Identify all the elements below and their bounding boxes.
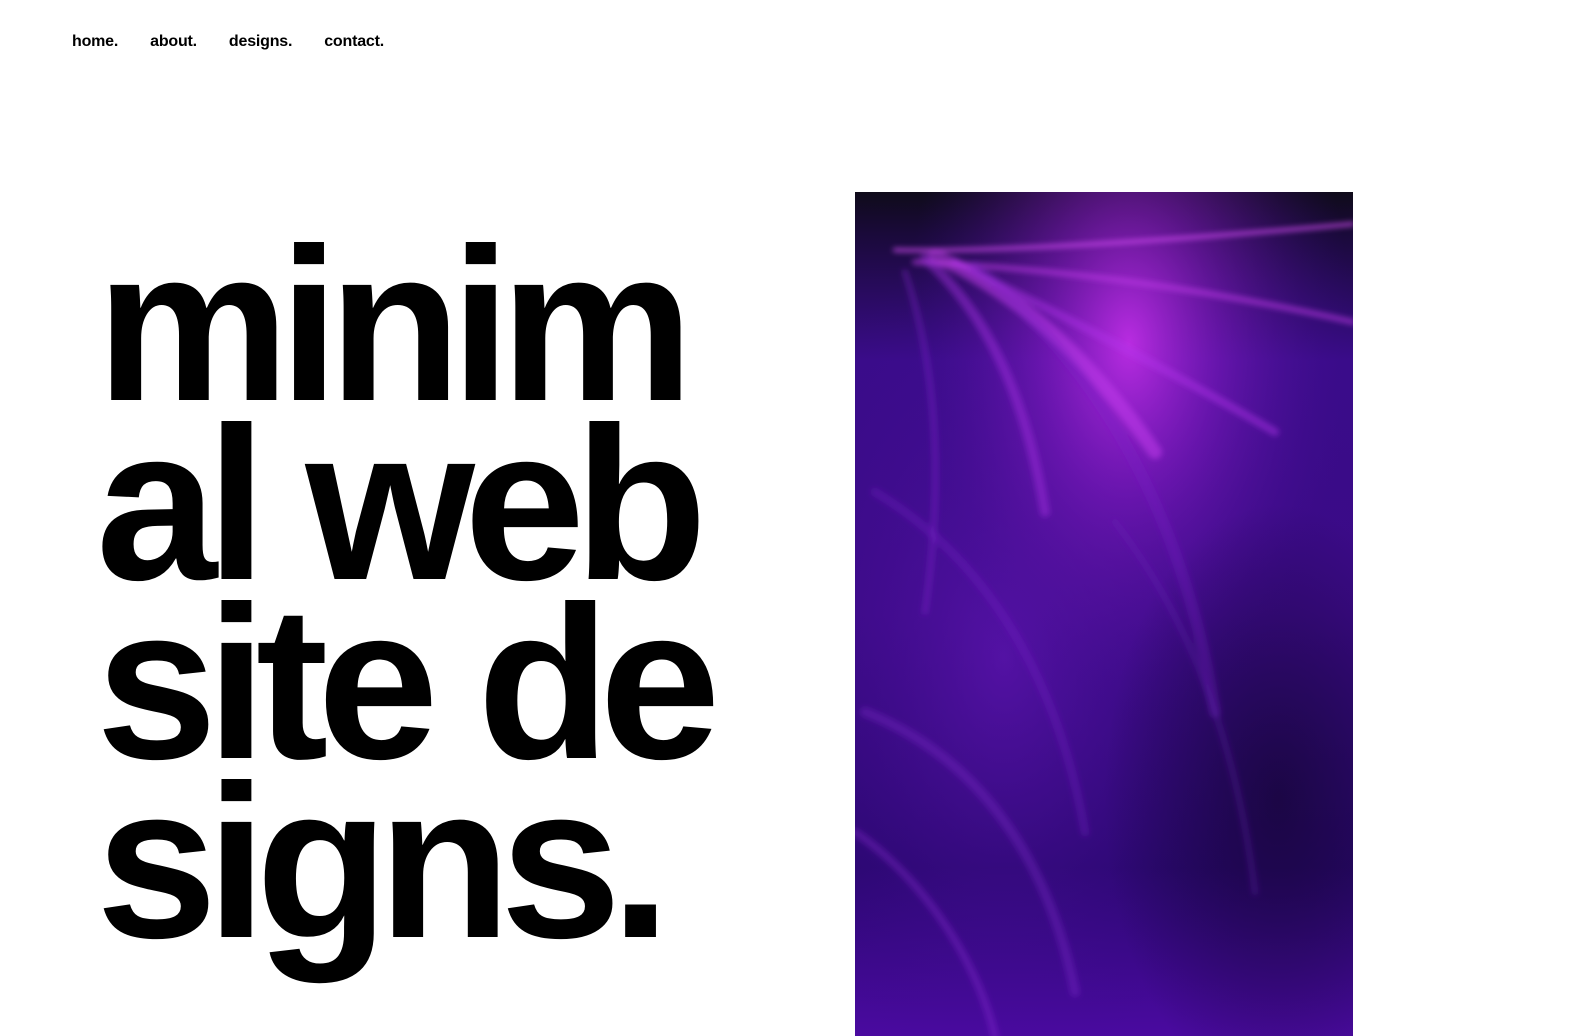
nav-designs-link[interactable]: designs. [229,31,293,53]
main-nav: home. about. designs. contact. [72,31,416,53]
hero-title: minim al web site de signs. [96,217,816,972]
hero-image [855,192,1353,1036]
purple-light-streaks-image [855,192,1353,1036]
nav-contact-link[interactable]: contact. [324,31,384,53]
nav-about-link[interactable]: about. [150,31,197,53]
nav-home-link[interactable]: home. [72,31,118,53]
